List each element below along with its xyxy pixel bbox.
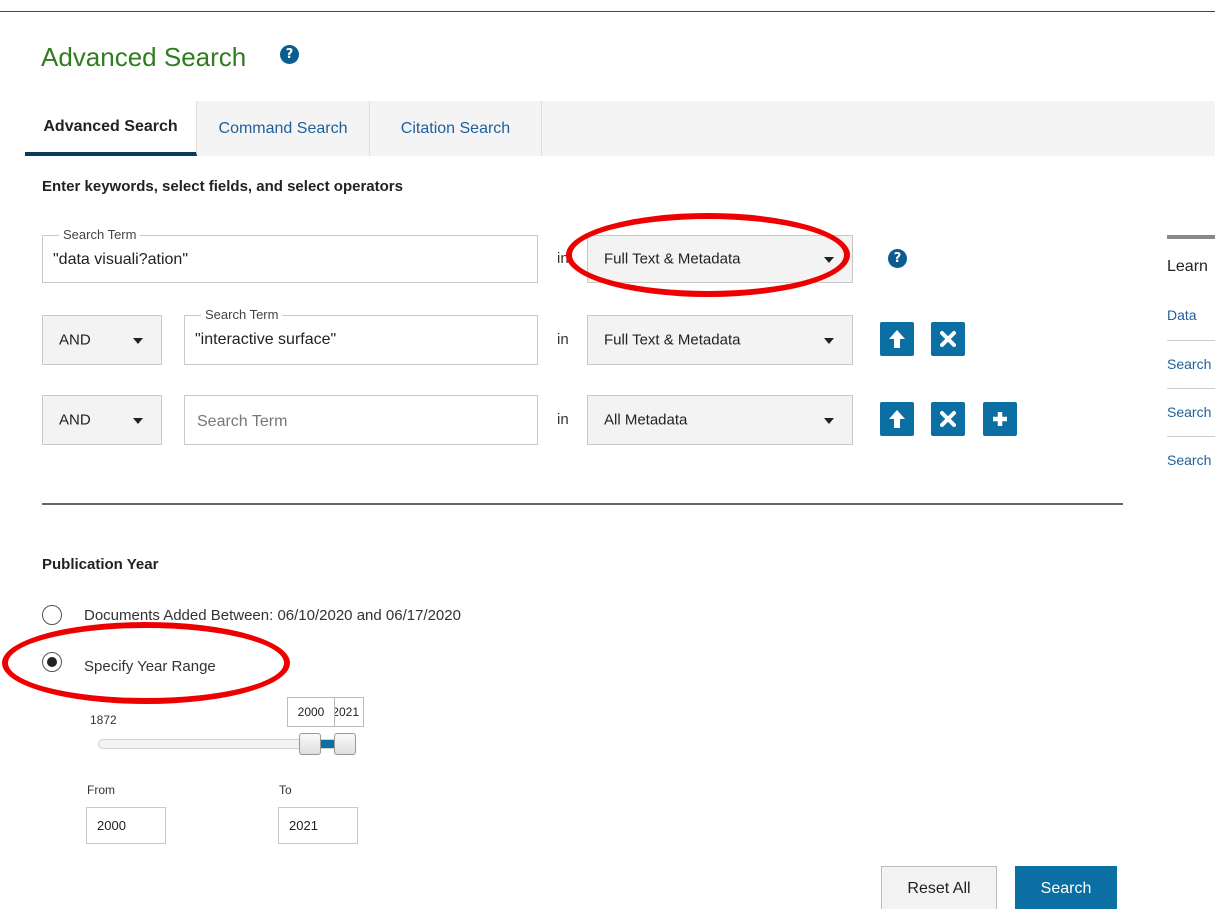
- search-instructions: Enter keywords, select fields, and selec…: [42, 178, 403, 195]
- section-divider: [42, 503, 1123, 505]
- search-term-input-1[interactable]: Search Term "data visuali?ation": [42, 227, 538, 283]
- remove-row-button[interactable]: [931, 322, 965, 356]
- reset-all-button[interactable]: Reset All: [881, 866, 997, 909]
- slider-handle-high[interactable]: [334, 733, 356, 755]
- documents-added-label: Documents Added Between: 06/10/2020 and …: [84, 607, 461, 624]
- plus-icon: [993, 412, 1007, 426]
- search-term-placeholder: Search Term: [197, 413, 288, 430]
- move-up-button[interactable]: [880, 322, 914, 356]
- search-term-value: "data visuali?ation": [53, 251, 188, 268]
- tab-command-search[interactable]: Command Search: [197, 101, 370, 156]
- from-year-input[interactable]: 2000: [86, 807, 166, 844]
- in-label: in: [557, 250, 569, 267]
- slider-handle-low[interactable]: [299, 733, 321, 755]
- aside-divider: [1167, 340, 1215, 341]
- aside-link-2[interactable]: Search: [1167, 356, 1211, 372]
- page-title: Advanced Search: [41, 42, 247, 72]
- search-term-legend: Search Term: [201, 307, 283, 322]
- aside-title: Learn: [1167, 258, 1208, 275]
- documents-added-radio[interactable]: [42, 605, 62, 625]
- chevron-down-icon: [824, 418, 834, 424]
- to-label: To: [279, 783, 292, 797]
- slider-low-tooltip: 2000: [287, 697, 335, 727]
- move-up-button[interactable]: [880, 402, 914, 436]
- search-term-input-2[interactable]: Search Term "interactive surface": [184, 307, 538, 365]
- arrow-up-icon: [889, 330, 905, 348]
- publication-year-heading: Publication Year: [42, 556, 159, 573]
- arrow-up-icon: [889, 410, 905, 428]
- operator-select-2[interactable]: AND: [42, 315, 162, 365]
- slider-min-label: 1872: [90, 713, 117, 727]
- chevron-down-icon: [824, 257, 834, 263]
- aside-link-3[interactable]: Search: [1167, 404, 1211, 420]
- chevron-down-icon: [824, 338, 834, 344]
- close-icon: [940, 411, 956, 427]
- aside-accent-bar: [1167, 235, 1215, 239]
- to-year-input[interactable]: 2021: [278, 807, 358, 844]
- add-row-button[interactable]: [983, 402, 1017, 436]
- search-field-label: Full Text & Metadata: [604, 331, 741, 349]
- search-field-select-1[interactable]: Full Text & Metadata: [587, 235, 853, 283]
- chevron-down-icon: [133, 418, 143, 424]
- top-divider: [0, 11, 1215, 12]
- specify-year-range-radio[interactable]: [42, 652, 62, 672]
- slider-high-tooltip: 2021: [334, 697, 364, 727]
- search-button[interactable]: Search: [1015, 866, 1117, 909]
- search-field-select-3[interactable]: All Metadata: [587, 395, 853, 445]
- search-field-label: Full Text & Metadata: [604, 250, 741, 268]
- aside-divider: [1167, 436, 1215, 437]
- search-tabs: Advanced Search Command Search Citation …: [25, 101, 1215, 156]
- help-circle-icon[interactable]: ?: [888, 249, 907, 268]
- search-term-value: "interactive surface": [195, 331, 337, 348]
- close-icon: [940, 331, 956, 347]
- in-label: in: [557, 411, 569, 428]
- help-circle-icon[interactable]: ?: [280, 45, 299, 64]
- search-field-select-2[interactable]: Full Text & Metadata: [587, 315, 853, 365]
- operator-select-3[interactable]: AND: [42, 395, 162, 445]
- radio-dot: [47, 657, 57, 667]
- tab-citation-search[interactable]: Citation Search: [370, 101, 542, 156]
- from-label: From: [87, 783, 115, 797]
- operator-label: AND: [59, 411, 91, 429]
- year-range-fill: [320, 740, 334, 748]
- remove-row-button[interactable]: [931, 402, 965, 436]
- aside-divider: [1167, 388, 1215, 389]
- specify-year-range-label: Specify Year Range: [84, 658, 216, 675]
- search-term-legend: Search Term: [59, 227, 141, 242]
- operator-label: AND: [59, 331, 91, 349]
- aside-link-4[interactable]: Search: [1167, 452, 1211, 468]
- search-term-input-3[interactable]: Search Term: [184, 395, 538, 445]
- search-field-label: All Metadata: [604, 411, 688, 429]
- tab-advanced-search[interactable]: Advanced Search: [25, 101, 197, 156]
- aside-link-1[interactable]: Data: [1167, 307, 1197, 323]
- chevron-down-icon: [133, 338, 143, 344]
- in-label: in: [557, 331, 569, 348]
